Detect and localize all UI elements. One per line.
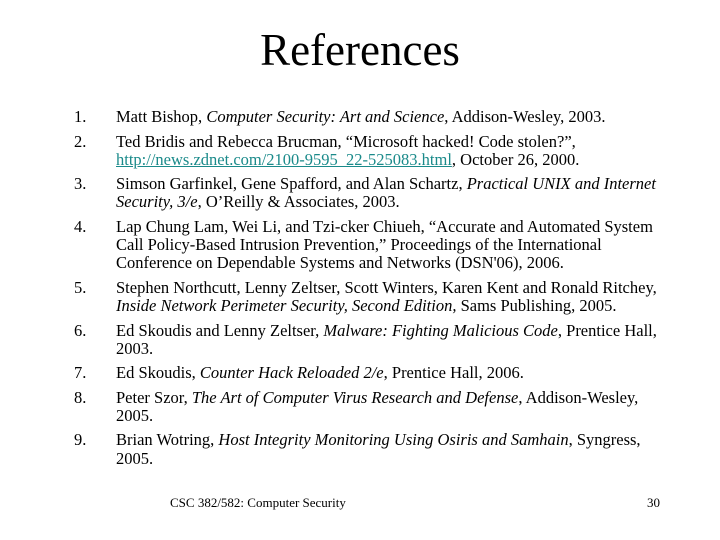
reference-segment: , O’Reilly & Associates, 2003. <box>197 192 400 212</box>
reference-link[interactable]: http://news.zdnet.com/2100-9595_22-52508… <box>116 150 452 169</box>
slide-footer: CSC 382/582: Computer Security <box>170 495 346 510</box>
reference-number: 8. <box>74 387 87 407</box>
reference-segment: Lap Chung Lam, Wei Li, and Tzi-cker Chiu… <box>116 216 653 273</box>
reference-text: Simson Garfinkel, Gene Spafford, and Ala… <box>116 174 674 212</box>
reference-number: 7. <box>74 363 87 383</box>
reference-item: 1. Matt Bishop, Computer Security: Art an… <box>74 107 674 126</box>
reference-number: 6. <box>74 320 87 340</box>
reference-segment: Peter Szor, <box>116 387 192 407</box>
reference-number: 3. <box>74 174 87 194</box>
reference-text: Stephen Northcutt, Lenny Zeltser, Scott … <box>116 277 674 316</box>
reference-title: Host Integrity Monitoring Using Osiris a… <box>218 430 569 450</box>
reference-text: Ted Bridis and Rebecca Brucman, “Microso… <box>116 131 674 169</box>
reference-title: The Art of Computer Virus Research and D… <box>191 387 519 407</box>
reference-segment: Simson Garfinkel, Gene Spafford, and Ala… <box>116 174 467 194</box>
reference-text: Peter Szor, The Art of Computer Virus Re… <box>116 387 674 425</box>
reference-segment: Ted Bridis and Rebecca Brucman, “Microso… <box>116 131 576 151</box>
reference-item: 2. Ted Bridis and Rebecca Brucman, “Micro… <box>74 131 674 169</box>
reference-segment: Ed Skoudis, <box>116 363 200 383</box>
reference-number: 9. <box>74 430 87 450</box>
slide-title: References <box>260 25 460 75</box>
reference-title: Counter Hack Reloaded 2/e <box>199 363 384 383</box>
reference-item: 5. Stephen Northcutt, Lenny Zeltser, Scot… <box>74 277 674 316</box>
reference-segment: Brian Wotring, <box>116 430 219 450</box>
reference-item: 9. Brian Wotring, Host Integrity Monitori… <box>74 430 674 468</box>
reference-item: 8. Peter Szor, The Art of Computer Virus … <box>74 387 674 425</box>
reference-item: 3. Simson Garfinkel, Gene Spafford, and A… <box>74 174 674 212</box>
reference-title: Malware: Fighting Malicious Code <box>323 320 558 340</box>
reference-title: Computer Security: Art and Science <box>206 107 445 126</box>
reference-segment: , Prentice Hall, 2006. <box>383 363 524 383</box>
reference-number: 5. <box>74 277 87 297</box>
reference-item: 4. Lap Chung Lam, Wei Li, and Tzi-cker Ch… <box>74 216 674 273</box>
reference-text: Ed Skoudis and Lenny Zeltser, Malware: F… <box>116 320 674 358</box>
reference-number: 2. <box>74 131 87 151</box>
page-number: 30 <box>647 495 660 510</box>
reference-segment: Stephen Northcutt, Lenny Zeltser, Scott … <box>116 277 657 297</box>
reference-segment: , Addison-Wesley, 2003. <box>444 107 606 126</box>
reference-title: Inside Network Perimeter Security, Secon… <box>116 296 457 316</box>
reference-number: 4. <box>74 216 87 236</box>
reference-text: Matt Bishop, Computer Security: Art and … <box>116 107 674 126</box>
reference-text: Ed Skoudis, Counter Hack Reloaded 2/e, P… <box>116 364 674 382</box>
reference-text: Brian Wotring, Host Integrity Monitoring… <box>116 430 674 468</box>
reference-item: 7. Ed Skoudis, Counter Hack Reloaded 2/e,… <box>74 364 674 382</box>
reference-list: 1. Matt Bishop, Computer Security: Art an… <box>74 107 674 474</box>
reference-segment: Ed Skoudis and Lenny Zeltser, <box>116 320 324 340</box>
reference-text: Lap Chung Lam, Wei Li, and Tzi-cker Chiu… <box>116 216 674 273</box>
reference-item: 6. Ed Skoudis and Lenny Zeltser, Malware:… <box>74 320 674 358</box>
reference-segment: , October 26, 2000. <box>451 149 580 169</box>
reference-number: 1. <box>74 107 87 126</box>
reference-segment: Sams Publishing, 2005. <box>456 296 617 316</box>
reference-segment: Matt Bishop, <box>116 107 207 126</box>
